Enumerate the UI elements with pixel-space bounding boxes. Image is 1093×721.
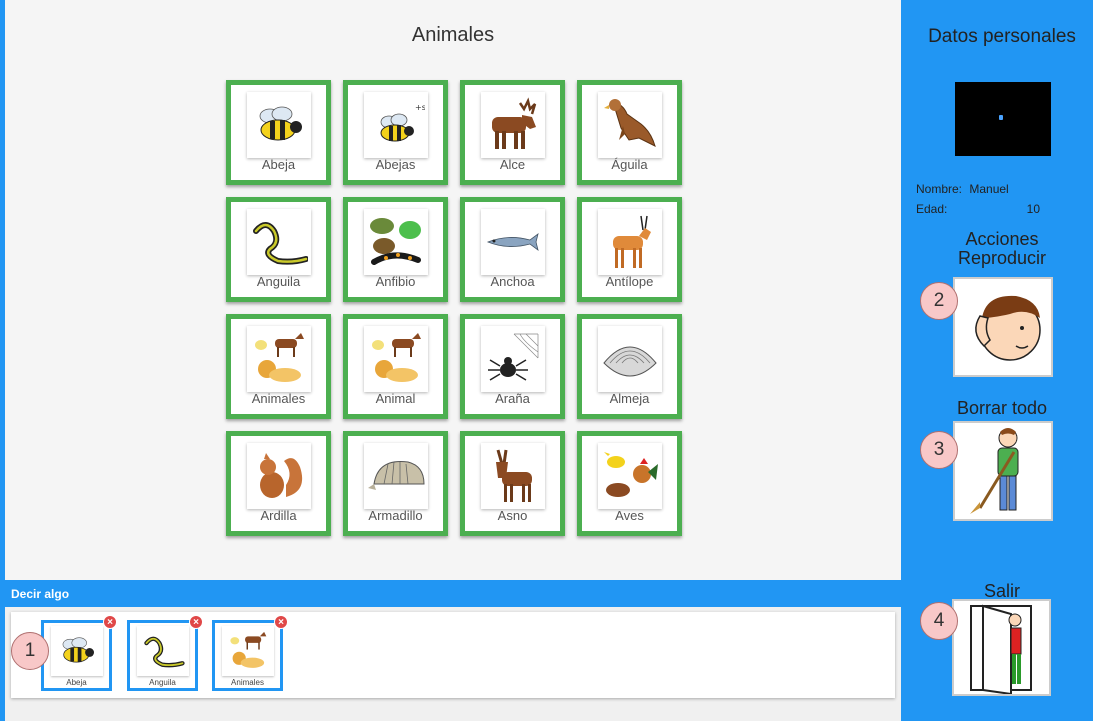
age-row: Edad: 10 bbox=[916, 202, 1040, 216]
bee-icon bbox=[246, 92, 311, 158]
antelope-icon bbox=[597, 209, 662, 275]
callout-badge-3: 3 bbox=[920, 431, 958, 469]
animal-icon bbox=[363, 326, 428, 392]
page-title: Animales bbox=[411, 24, 495, 46]
name-row: Nombre: Manuel bbox=[916, 182, 1009, 196]
card-anchoa[interactable]: Anchoa bbox=[460, 197, 565, 302]
personal-data-title: Datos personales bbox=[928, 26, 1076, 47]
card-label: Alce bbox=[499, 157, 526, 172]
eel-icon bbox=[246, 209, 311, 275]
animals-icon bbox=[221, 626, 274, 676]
exit-button[interactable] bbox=[952, 599, 1051, 696]
card-label: Animal bbox=[375, 391, 416, 406]
name-label: Nombre: bbox=[916, 182, 963, 196]
card-label: Abejas bbox=[375, 157, 416, 172]
card-label: Araña bbox=[495, 391, 530, 406]
card-aves[interactable]: Aves bbox=[577, 431, 682, 536]
card-aguila[interactable]: Águila bbox=[577, 80, 682, 185]
sentence-item-label: Abeja bbox=[66, 678, 87, 687]
remove-icon[interactable]: × bbox=[189, 615, 203, 629]
donkey-icon bbox=[480, 443, 545, 509]
listen-icon bbox=[975, 295, 1041, 361]
sentence-item-anguila[interactable]: Anguila × bbox=[127, 615, 203, 691]
age-value: 10 bbox=[1026, 202, 1040, 216]
amphibian-icon bbox=[363, 209, 428, 275]
card-label: Abeja bbox=[261, 157, 296, 172]
card-label: Ardilla bbox=[260, 508, 297, 523]
play-button[interactable] bbox=[953, 277, 1053, 377]
card-almeja[interactable]: Almeja bbox=[577, 314, 682, 419]
bees-icon: +s bbox=[363, 92, 428, 158]
birds-icon bbox=[597, 443, 662, 509]
card-label: Antílope bbox=[605, 274, 654, 289]
moose-icon bbox=[480, 92, 545, 158]
armadillo-icon bbox=[363, 443, 428, 509]
age-label: Edad: bbox=[916, 202, 948, 216]
say-something-bar: Decir algo bbox=[5, 580, 901, 607]
animals-icon bbox=[246, 326, 311, 392]
card-label: Anguila bbox=[256, 274, 301, 289]
sweep-icon bbox=[970, 428, 1019, 514]
sentence-item-label: Anguila bbox=[149, 678, 176, 687]
card-anfibio[interactable]: Anfibio bbox=[343, 197, 448, 302]
eagle-icon bbox=[597, 92, 662, 158]
actions-title: Acciones bbox=[965, 229, 1039, 249]
sentence-strip: Abeja × Anguila × Animales × bbox=[11, 612, 895, 698]
card-label: Anchoa bbox=[490, 274, 535, 289]
eel-icon bbox=[136, 626, 189, 676]
card-label: Almeja bbox=[609, 391, 650, 406]
card-armadillo[interactable]: Armadillo bbox=[343, 431, 448, 536]
callout-badge-1: 1 bbox=[11, 632, 49, 670]
clam-icon bbox=[597, 326, 662, 392]
svg-text:+s: +s bbox=[415, 103, 425, 112]
card-label: Anfibio bbox=[375, 274, 416, 289]
name-value: Manuel bbox=[969, 182, 1009, 196]
sentence-item-animales[interactable]: Animales × bbox=[212, 615, 288, 691]
card-animal[interactable]: Animal bbox=[343, 314, 448, 419]
card-label: Águila bbox=[611, 157, 648, 172]
clear-label: Borrar todo bbox=[956, 398, 1048, 418]
callout-badge-4: 4 bbox=[920, 602, 958, 640]
squirrel-icon bbox=[246, 443, 311, 509]
card-label: Animales bbox=[251, 391, 306, 406]
bee-icon bbox=[50, 626, 103, 676]
camera-preview bbox=[955, 82, 1051, 156]
card-antilope[interactable]: Antílope bbox=[577, 197, 682, 302]
card-arana[interactable]: Araña bbox=[460, 314, 565, 419]
callout-badge-2: 2 bbox=[920, 282, 958, 320]
play-label: Reproducir bbox=[957, 248, 1047, 268]
pictogram-grid: Abeja +s Abejas Alce Águila Anguila Anfi… bbox=[226, 80, 682, 536]
card-asno[interactable]: Asno bbox=[460, 431, 565, 536]
spider-icon bbox=[480, 326, 545, 392]
clear-all-button[interactable] bbox=[953, 421, 1053, 521]
card-anguila[interactable]: Anguila bbox=[226, 197, 331, 302]
card-abeja[interactable]: Abeja bbox=[226, 80, 331, 185]
card-alce[interactable]: Alce bbox=[460, 80, 565, 185]
sentence-item-label: Animales bbox=[231, 678, 264, 687]
card-label: Aves bbox=[615, 508, 644, 523]
anchovy-icon bbox=[480, 209, 545, 275]
sidebar: Datos personales Nombre: Manuel Edad: 10… bbox=[901, 0, 1093, 721]
sentence-item-abeja[interactable]: Abeja × bbox=[41, 615, 117, 691]
say-something-area: Abeja × Anguila × Animales × bbox=[5, 607, 901, 721]
card-abejas[interactable]: +s Abejas bbox=[343, 80, 448, 185]
exit-door-icon bbox=[969, 604, 1032, 694]
card-ardilla[interactable]: Ardilla bbox=[226, 431, 331, 536]
card-label: Armadillo bbox=[368, 508, 423, 523]
remove-icon[interactable]: × bbox=[274, 615, 288, 629]
card-animales[interactable]: Animales bbox=[226, 314, 331, 419]
remove-icon[interactable]: × bbox=[103, 615, 117, 629]
card-label: Asno bbox=[497, 508, 528, 523]
